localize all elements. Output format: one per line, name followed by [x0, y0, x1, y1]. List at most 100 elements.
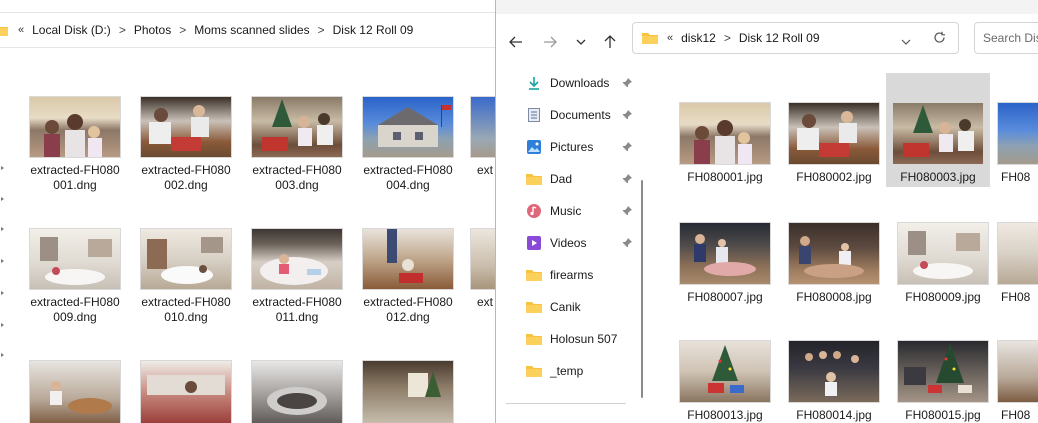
- folder-icon: [526, 331, 542, 347]
- nav-item-firearms[interactable]: firearms: [526, 262, 636, 288]
- file-tile[interactable]: [244, 360, 350, 423]
- file-tile[interactable]: FH080009.jpg: [891, 222, 995, 305]
- up-button[interactable]: [599, 31, 621, 53]
- chevron-down-icon: [901, 39, 911, 45]
- nav-item-label: Dad: [550, 172, 573, 186]
- file-tile[interactable]: FH08: [997, 102, 1038, 185]
- photo-thumbnail: [362, 228, 454, 290]
- address-bar[interactable]: « disk12 > Disk 12 Roll 09: [632, 22, 959, 54]
- expand-arrow-icon[interactable]: [1, 197, 4, 201]
- nav-item-label: Pictures: [550, 140, 594, 154]
- file-tile[interactable]: FH080013.jpg: [673, 340, 777, 423]
- breadcrumb-overflow[interactable]: «: [18, 24, 24, 36]
- file-tile[interactable]: extracted-FH080 010.dng: [133, 228, 239, 325]
- photo-thumbnail: [29, 96, 121, 158]
- file-tile[interactable]: extracted-FH080 001.dng: [22, 96, 128, 193]
- photo-thumbnail: [897, 222, 989, 285]
- photo-thumbnail: [362, 360, 454, 423]
- nav-item-pictures[interactable]: Pictures: [526, 134, 636, 160]
- file-name: FH080003.jpg: [900, 170, 976, 184]
- expand-arrow-icon[interactable]: [1, 166, 4, 170]
- expand-arrow-icon[interactable]: [1, 227, 4, 231]
- file-tile[interactable]: extracted-FH080 009.dng: [22, 228, 128, 325]
- file-tile[interactable]: extracted-FH080 002.dng: [133, 96, 239, 193]
- back-breadcrumb[interactable]: « Local Disk (D:) > Photos > Moms scanne…: [0, 12, 497, 48]
- file-tile[interactable]: [133, 360, 239, 423]
- nav-item-temp[interactable]: _temp: [526, 358, 636, 384]
- file-name-line1: extracted-FH080: [252, 295, 342, 309]
- pictures-icon: [526, 139, 542, 155]
- nav-item-label: _temp: [550, 364, 584, 378]
- nav-item-dad[interactable]: Dad: [526, 166, 636, 192]
- back-nav-pane-edge: [0, 47, 10, 423]
- breadcrumb-local-disk[interactable]: Local Disk (D:): [32, 23, 111, 37]
- expand-arrow-icon[interactable]: [1, 353, 4, 357]
- back-button[interactable]: [505, 31, 527, 53]
- file-tile[interactable]: FH080002.jpg: [782, 102, 886, 185]
- breadcrumb-disk12-roll09[interactable]: Disk 12 Roll 09: [739, 31, 820, 45]
- file-tile[interactable]: [355, 360, 461, 423]
- file-name-line2: 001.dng: [53, 178, 97, 192]
- file-tile[interactable]: FH08: [997, 222, 1038, 305]
- nav-item-documents[interactable]: Documents: [526, 102, 636, 128]
- expand-arrow-icon[interactable]: [1, 291, 4, 295]
- refresh-button[interactable]: [933, 31, 946, 47]
- file-name-line1: extracted-FH080: [141, 295, 231, 309]
- front-explorer-window: « disk12 > Disk 12 Roll 09 Search Disk D…: [495, 0, 1038, 423]
- file-tile[interactable]: FH08: [997, 340, 1038, 423]
- file-tile[interactable]: extracted-FH080 003.dng: [244, 96, 350, 193]
- nav-item-holosun-507[interactable]: Holosun 507: [526, 326, 636, 352]
- file-tile[interactable]: FH080007.jpg: [673, 222, 777, 305]
- file-tile-selected[interactable]: FH080003.jpg: [886, 73, 990, 187]
- breadcrumb-disk12[interactable]: disk12: [681, 31, 716, 45]
- file-view: FH080001.jpg FH080002.jpg FH080003.jpg F…: [654, 66, 1038, 423]
- file-name: FH080002.jpg: [796, 170, 872, 184]
- breadcrumb-overflow[interactable]: «: [667, 32, 673, 44]
- file-tile[interactable]: [22, 360, 128, 423]
- file-name-line2: 012.dng: [386, 310, 430, 324]
- file-name: FH080001.jpg: [687, 170, 763, 184]
- forward-button[interactable]: [539, 31, 561, 53]
- file-tile[interactable]: FH080001.jpg: [673, 102, 777, 185]
- divider: [506, 403, 626, 404]
- refresh-icon: [934, 31, 945, 43]
- file-tile[interactable]: extracted-FH080 012.dng: [355, 228, 461, 325]
- nav-item-music[interactable]: Music: [526, 198, 636, 224]
- address-dropdown-button[interactable]: [901, 34, 911, 48]
- photo-thumbnail: [788, 340, 880, 403]
- pin-icon[interactable]: [622, 77, 632, 91]
- nav-item-downloads[interactable]: Downloads: [526, 70, 636, 96]
- expand-arrow-icon[interactable]: [1, 323, 4, 327]
- recent-locations-button[interactable]: [570, 31, 592, 53]
- pin-icon[interactable]: [622, 205, 632, 219]
- folder-icon: [526, 267, 542, 283]
- breadcrumb-moms-scanned-slides[interactable]: Moms scanned slides: [194, 23, 309, 37]
- photo-thumbnail: [140, 228, 232, 290]
- file-tile[interactable]: FH080014.jpg: [782, 340, 886, 423]
- file-name-line2: 004.dng: [386, 178, 430, 192]
- nav-pane-scrollbar[interactable]: [641, 180, 643, 398]
- pin-icon[interactable]: [622, 173, 632, 187]
- file-name-line1: extracted-FH080: [252, 163, 342, 177]
- file-tile[interactable]: FH080008.jpg: [782, 222, 886, 305]
- expand-arrow-icon[interactable]: [1, 259, 4, 263]
- title-bar[interactable]: [496, 0, 1038, 14]
- breadcrumb-disk12-roll09[interactable]: Disk 12 Roll 09: [333, 23, 414, 37]
- pin-icon[interactable]: [622, 109, 632, 123]
- file-tile[interactable]: extracted-FH080 004.dng: [355, 96, 461, 193]
- pin-icon[interactable]: [622, 237, 632, 251]
- search-input[interactable]: Search Disk: [974, 22, 1038, 54]
- file-tile[interactable]: extracted-FH080 011.dng: [244, 228, 350, 325]
- nav-item-label: Music: [550, 204, 582, 218]
- pin-icon[interactable]: [622, 141, 632, 155]
- nav-item-label: Videos: [550, 236, 587, 250]
- file-name: FH080008.jpg: [796, 290, 872, 304]
- breadcrumb-photos[interactable]: Photos: [134, 23, 171, 37]
- nav-item-videos[interactable]: Videos: [526, 230, 636, 256]
- photo-thumbnail: [251, 360, 343, 423]
- photo-thumbnail: [29, 228, 121, 290]
- nav-item-canik[interactable]: Canik: [526, 294, 636, 320]
- file-tile[interactable]: FH080015.jpg: [891, 340, 995, 423]
- nav-item-label: firearms: [550, 268, 594, 282]
- nav-item-label: Downloads: [550, 76, 610, 90]
